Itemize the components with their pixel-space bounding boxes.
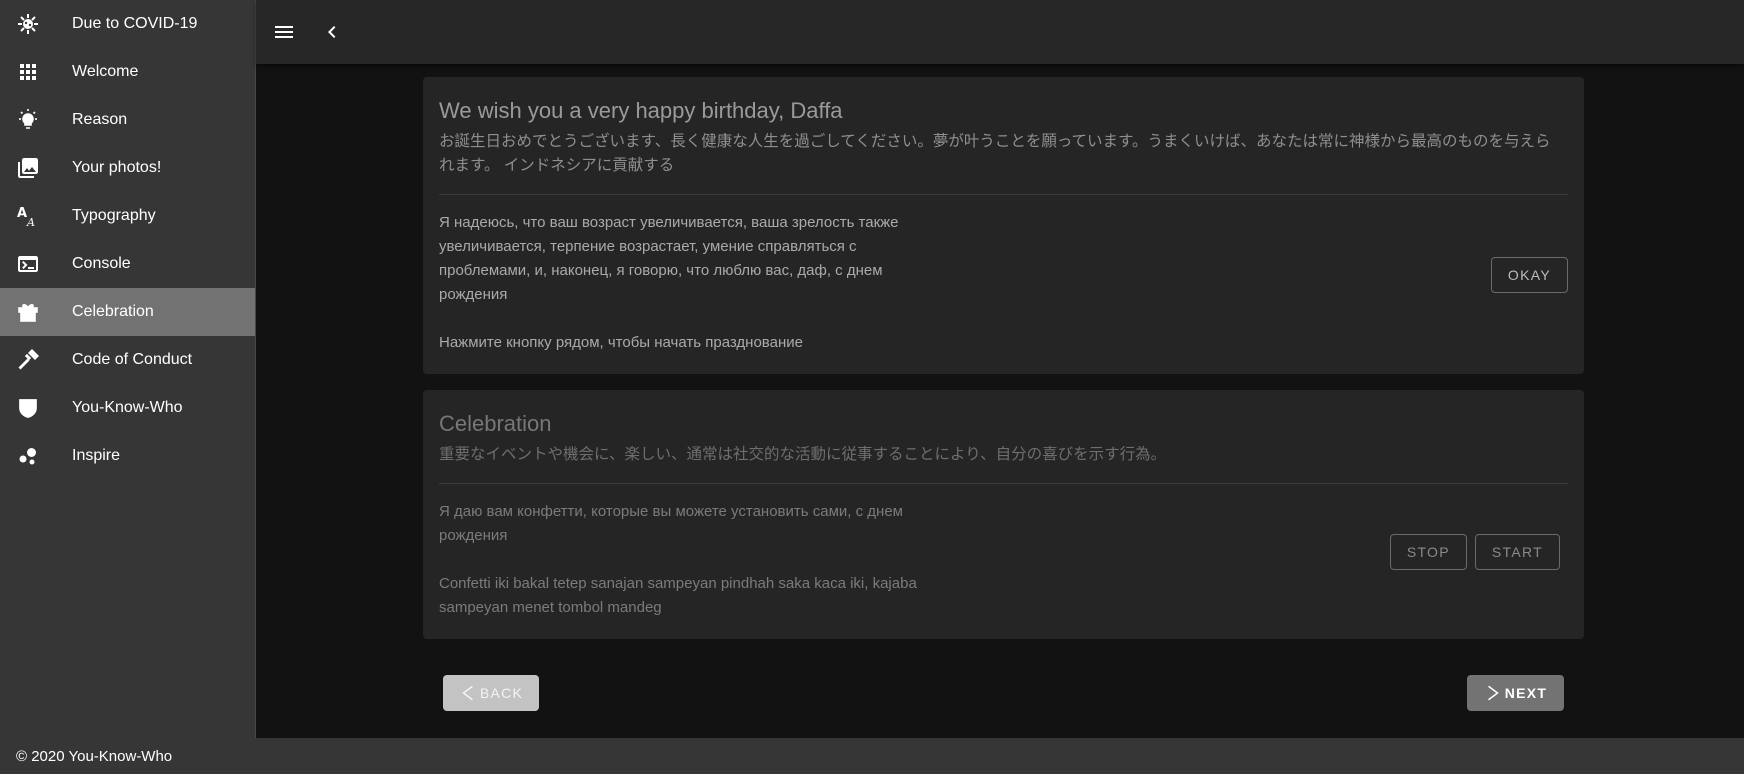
sidebar-item-label: Your photos!: [72, 159, 162, 176]
sidebar-item-label: Due to COVID-19: [72, 15, 198, 32]
back-button[interactable]: BACK: [443, 675, 539, 711]
card-paragraph: Я надеюсь, что ваш возраст увеличивается…: [439, 214, 899, 303]
sidebar-item-label: Console: [72, 255, 131, 272]
gift-icon: [16, 300, 40, 324]
sidebar-item-label: Inspire: [72, 447, 121, 464]
apps-grid-icon: [16, 60, 40, 84]
typography-icon: AA: [16, 204, 40, 228]
card-title: Celebration: [439, 411, 552, 436]
back-button-label: BACK: [479, 685, 524, 701]
celebration-card: Celebration 重要なイベントや機会に、楽しい、通常は社交的な活動に従事…: [423, 390, 1584, 639]
card-paragraph: Я даю вам конфетти, которые вы можете ус…: [439, 503, 903, 544]
start-button[interactable]: START: [1474, 534, 1560, 570]
sidebar-item-inspire[interactable]: Inspire: [0, 432, 255, 480]
birthday-card: We wish you a very happy birthday, Daffa…: [423, 77, 1584, 374]
chevron-left-icon: [328, 26, 336, 38]
stop-button[interactable]: STOP: [1389, 534, 1467, 570]
menu-icon: [275, 26, 293, 38]
copyright-text: © 2020 You-Know-Who: [16, 747, 173, 765]
svg-text:A: A: [17, 206, 27, 221]
sidebar-item-label: Reason: [72, 111, 128, 128]
menu-button[interactable]: [260, 8, 308, 56]
sidebar-item-your-photos[interactable]: Your photos!: [0, 144, 255, 192]
confetti-controls: STOP START: [1389, 534, 1560, 570]
chevron-left-icon: [462, 685, 473, 701]
sidebar-item-typography[interactable]: AA Typography: [0, 192, 255, 240]
virus-icon: [16, 12, 40, 36]
sidebar-item-code-of-conduct[interactable]: Code of Conduct: [0, 336, 255, 384]
card-text: Я даю вам конфетти, которые вы можете ус…: [439, 484, 919, 620]
next-button[interactable]: NEXT: [1467, 675, 1564, 711]
collapse-drawer-button[interactable]: [308, 8, 356, 56]
sidebar-item-label: You-Know-Who: [72, 399, 183, 416]
next-button-label: NEXT: [1504, 685, 1548, 701]
sidebar-item-reason[interactable]: Reason: [0, 96, 255, 144]
okay-button[interactable]: OKAY: [1490, 257, 1568, 293]
sidebar-item-label: Typography: [72, 207, 156, 224]
card-title: We wish you a very happy birthday, Daffa: [439, 98, 843, 123]
card-paragraph: Нажмите кнопку рядом, чтобы начать празд…: [439, 334, 803, 351]
sidebar-item-due-to-covid[interactable]: Due to COVID-19: [0, 0, 255, 48]
card-text: Я надеюсь, что ваш возраст увеличивается…: [439, 195, 939, 355]
sidebar-item-celebration[interactable]: Celebration: [0, 288, 255, 336]
footer: © 2020 You-Know-Who: [0, 738, 1744, 774]
card-subtitle: お誕生日おめでとうございます、長く健康な人生を過ごしてください。夢が叶うことを願…: [439, 133, 1551, 174]
sidebar-item-welcome[interactable]: Welcome: [0, 48, 255, 96]
sidebar-item-label: Celebration: [72, 303, 154, 320]
chevron-right-icon: [1487, 685, 1499, 701]
card-paragraph: Confetti iki bakal tetep sanajan sampeya…: [439, 575, 917, 616]
bubbles-icon: [16, 444, 40, 468]
svg-text:A: A: [26, 216, 35, 228]
mask-icon: [16, 396, 40, 420]
sidebar-item-you-know-who[interactable]: You-Know-Who: [0, 384, 255, 432]
card-subtitle: 重要なイベントや機会に、楽しい、通常は社交的な活動に従事することにより、自分の喜…: [439, 446, 1167, 463]
card-body: Я надеюсь, что ваш возраст увеличивается…: [439, 195, 1568, 355]
console-icon: [16, 252, 40, 276]
sidebar-item-console[interactable]: Console: [0, 240, 255, 288]
card-body: Я даю вам конфетти, которые вы можете ус…: [439, 484, 1568, 620]
app-bar: [256, 0, 1744, 64]
gavel-icon: [16, 348, 40, 372]
lightbulb-icon: [16, 108, 40, 132]
photo-library-icon: [16, 156, 40, 180]
sidebar-item-label: Welcome: [72, 63, 139, 80]
sidebar: Due to COVID-19 Welcome Reason Your phot…: [0, 0, 256, 738]
sidebar-item-label: Code of Conduct: [72, 351, 193, 368]
